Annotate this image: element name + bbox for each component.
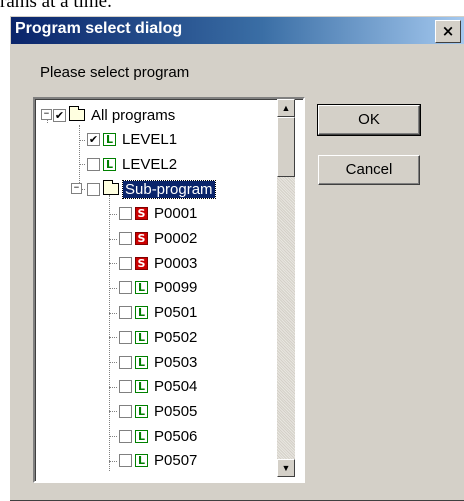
scroll-thumb[interactable] [277,117,295,177]
tree-item-p0099[interactable]: L P0099 [119,276,199,300]
tree-item-label: P0505 [154,402,198,420]
ladder-program-icon: L [135,355,148,369]
tree-connector [109,411,117,413]
tree-item-label: P0502 [154,328,198,346]
tree-item-label: P0001 [154,205,198,223]
checkbox[interactable] [119,256,132,270]
ladder-program-icon: L [135,454,148,468]
tree-connector [109,386,117,388]
checkbox[interactable] [119,232,132,245]
scroll-up-button[interactable]: ▲ [277,99,295,117]
scroll-down-button[interactable]: ▼ [277,459,295,477]
tree-item-label: P0504 [154,378,198,396]
tree-item-sub-program[interactable]: − Sub-program [71,177,216,201]
tree-item-p0502[interactable]: L P0502 [119,325,199,349]
tree-item-p0501[interactable]: L P0501 [119,301,199,325]
ladder-program-icon: L [135,330,148,344]
tree-connector [109,436,117,438]
tree-item-label: P0002 [154,230,198,247]
folder-icon [69,106,85,121]
background-document-text: rams at a time. [0,0,112,12]
checkbox[interactable] [119,306,132,320]
tree-item-p0505[interactable]: L P0505 [119,399,199,423]
ladder-program-icon: L [135,380,148,394]
tree-canvas: − ✔ All programs ✔ L LEVEL1 L LEVEL2− Sub-progra… [35,99,277,481]
tree-item-label: P0501 [154,304,198,322]
checkbox[interactable] [119,207,132,221]
tree-item-label: P0507 [154,452,198,470]
ladder-program-icon: L [135,429,148,443]
ladder-program-icon: L [135,404,148,418]
tree-item-p0003[interactable]: S P0003 [119,251,199,275]
tree-connector [109,460,117,462]
tree-item-label: Sub-program [122,179,216,199]
tree-item-label: P0503 [154,353,198,371]
tree-connector [79,164,85,166]
tree-connector [79,125,80,190]
tree-connector [109,213,117,215]
sfc-program-icon: S [135,256,148,270]
prompt-label: Please select program [40,64,190,81]
tree-item-label: P0099 [154,279,198,297]
tree-connector [109,312,117,314]
checkbox[interactable]: ✔ [87,133,100,147]
tree-item-label: P0506 [154,427,198,445]
tree-item-p0507[interactable]: L P0507 [119,449,199,473]
tree-connector [79,139,85,141]
folder-icon [103,180,119,196]
checkbox[interactable] [87,157,100,171]
checkbox[interactable] [119,404,132,418]
tree-item-p0503[interactable]: L P0503 [119,350,199,374]
tree-item-label: LEVEL2 [122,155,178,173]
program-select-dialog: Program select dialog × Please select pr… [9,15,464,501]
program-tree: − ✔ All programs ✔ L LEVEL1 L LEVEL2− Sub-progra… [33,97,305,483]
tree-item-level1[interactable]: ✔ L LEVEL1 [87,128,179,152]
tree-connector [109,337,117,339]
checkbox[interactable]: ✔ [53,108,66,122]
sfc-program-icon: S [135,207,148,221]
ladder-program-icon: L [103,157,116,171]
tree-connector [109,238,117,240]
tree-item-label: P0003 [154,254,198,272]
dialog-title: Program select dialog [15,20,183,37]
ladder-program-icon: L [103,133,116,147]
checkbox[interactable] [119,355,132,369]
tree-item-all-programs[interactable]: − ✔ All programs [41,103,177,127]
sfc-program-icon: S [135,232,148,245]
checkbox[interactable] [119,429,132,443]
tree-item-label: LEVEL1 [122,131,178,149]
tree-item-p0506[interactable]: L P0506 [119,424,199,448]
tree-item-label: All programs [91,106,176,124]
tree-connector [109,287,117,289]
tree-item-level2[interactable]: L LEVEL2 [87,152,179,176]
checkbox[interactable] [119,380,132,394]
ladder-program-icon: L [135,281,148,295]
cancel-button[interactable]: Cancel [318,155,420,185]
tree-item-p0002[interactable]: S P0002 [119,227,199,251]
close-button[interactable]: × [435,20,461,43]
tree-connector [109,263,117,265]
tree-connector [109,362,117,363]
tree-connector [109,195,110,471]
collapse-toggle-icon[interactable]: − [71,183,82,195]
checkbox[interactable] [119,454,132,468]
tree-item-p0001[interactable]: S P0001 [119,202,199,226]
collapse-toggle-icon[interactable]: − [41,109,52,120]
ladder-program-icon: L [135,306,148,320]
vertical-scrollbar[interactable]: ▲ ▼ [277,99,295,477]
title-bar[interactable]: Program select dialog × [11,17,464,44]
ok-button[interactable]: OK [317,104,421,136]
checkbox[interactable] [119,281,132,295]
checkbox[interactable] [119,330,132,344]
tree-item-p0504[interactable]: L P0504 [119,375,199,399]
checkbox[interactable] [87,182,100,196]
